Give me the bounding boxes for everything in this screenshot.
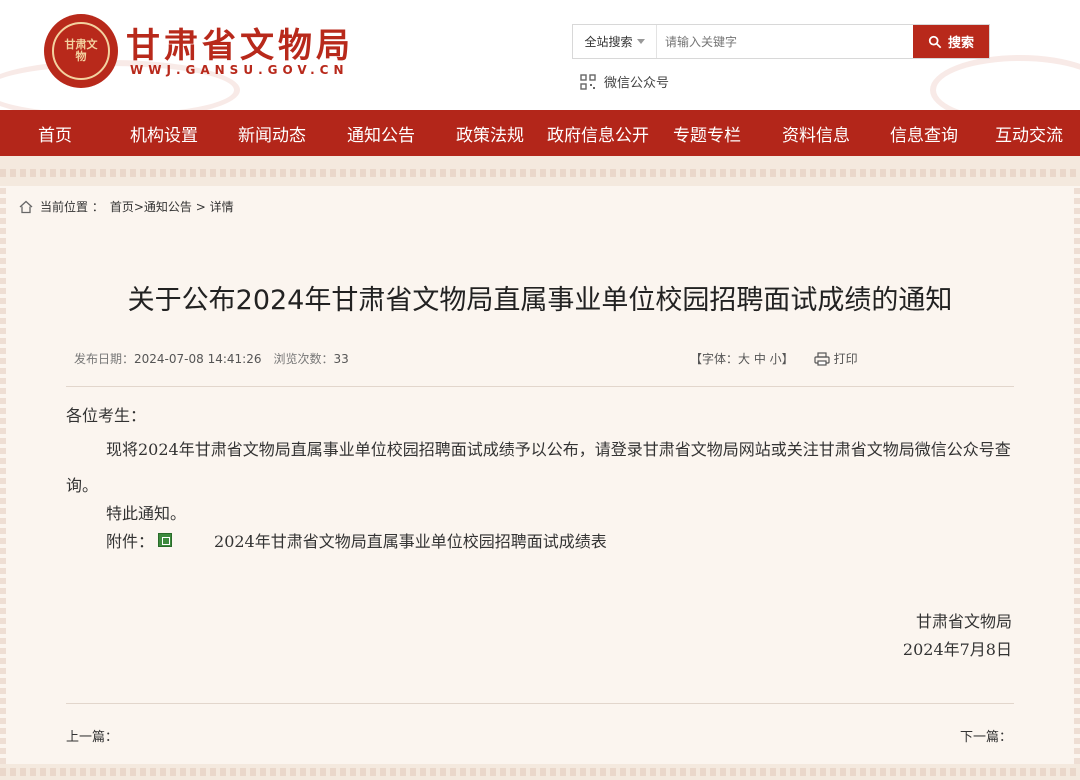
article-title: 关于公布2024年甘肃省文物局直属事业单位校园招聘面试成绩的通知	[127, 285, 953, 316]
search-button-label: 搜索	[947, 36, 974, 51]
wechat-label: 微信公众号	[604, 76, 670, 91]
print-button[interactable]: 打印	[814, 350, 858, 367]
nav-item-resources[interactable]: 资料信息	[762, 121, 870, 146]
site-header: 甘肃文物 甘肃省文物局 WWJ.GANSU.GOV.CN 全站搜索 搜索 微信公…	[0, 0, 1080, 110]
article-meta: 发布日期：2024-07-08 14:41:26 浏览次数：33	[74, 350, 349, 367]
next-article-link[interactable]: 下一篇：	[960, 726, 1012, 745]
decorative-band	[0, 156, 1080, 186]
article-greeting: 各位考生：	[66, 406, 147, 425]
search-button[interactable]: 搜索	[913, 25, 989, 58]
divider	[66, 386, 1014, 387]
article-paragraph: 特此通知。	[106, 504, 187, 523]
view-count: 浏览次数：33	[273, 350, 348, 367]
nav-item-policies[interactable]: 政策法规	[436, 121, 544, 146]
decorative-swirl	[930, 55, 1080, 110]
nav-item-interaction[interactable]: 互动交流	[978, 121, 1080, 146]
search-scope-select[interactable]: 全站搜索	[573, 25, 657, 58]
search-scope-label: 全站搜索	[584, 35, 633, 49]
excel-file-icon	[158, 533, 173, 547]
article-paragraph: 现将2024年甘肃省文物局直属事业单位校园招聘面试成绩予以公布，请登录甘肃省文物…	[66, 440, 1011, 495]
chevron-down-icon	[636, 39, 645, 44]
nav-item-topics[interactable]: 专题专栏	[652, 121, 762, 146]
nav-item-organization[interactable]: 机构设置	[110, 121, 218, 146]
band-pattern	[0, 768, 1080, 776]
nav-item-query[interactable]: 信息查询	[870, 121, 978, 146]
nav-item-notices[interactable]: 通知公告	[326, 121, 436, 146]
wechat-link[interactable]: 微信公众号	[580, 72, 669, 91]
decorative-border-left	[0, 186, 6, 764]
divider	[66, 703, 1014, 704]
qr-code-icon	[580, 73, 596, 90]
view-count-value: 33	[333, 352, 349, 366]
search-bar: 全站搜索 搜索	[572, 24, 990, 59]
prev-article-link[interactable]: 上一篇：	[66, 726, 118, 745]
breadcrumb-path[interactable]: 首页>通知公告 > 详情	[110, 198, 234, 215]
site-url: WWJ.GANSU.GOV.CN	[130, 63, 349, 77]
font-size-control[interactable]: 【字体：大 中 小】	[690, 350, 794, 367]
attachment-link[interactable]: 2024年甘肃省文物局直属事业单位校园招聘面试成绩表	[174, 528, 607, 552]
attachment-label: 附件：	[106, 532, 155, 551]
nav-item-news[interactable]: 新闻动态	[218, 121, 326, 146]
signature-org: 甘肃省文物局	[915, 612, 1012, 631]
publish-date-label: 发布日期：	[74, 352, 135, 366]
nav-item-home[interactable]: 首页	[0, 121, 110, 146]
logo-emblem-text: 甘肃文物	[52, 22, 110, 80]
breadcrumb: 当前位置 ： 首页>通知公告 > 详情	[18, 198, 234, 215]
signature-date: 2024年7月8日	[902, 640, 1012, 659]
site-title[interactable]: 甘肃省文物局	[126, 18, 354, 67]
printer-icon	[814, 351, 830, 366]
main-nav: 首页 机构设置 新闻动态 通知公告 政策法规 政府信息公开 专题专栏 资料信息 …	[0, 110, 1080, 156]
view-count-label: 浏览次数：	[273, 352, 334, 366]
article-tools: 【字体：大 中 小】 打印	[690, 350, 858, 367]
search-input[interactable]	[657, 25, 913, 58]
site-logo[interactable]: 甘肃文物	[44, 14, 118, 88]
attachment-row: 附件： 2024年甘肃省文物局直属事业单位校园招聘面试成绩表	[66, 528, 1016, 552]
nav-item-gov-info[interactable]: 政府信息公开	[544, 121, 652, 146]
print-label: 打印	[833, 352, 858, 366]
band-pattern	[0, 169, 1080, 177]
decorative-border-right	[1074, 186, 1080, 764]
search-icon	[928, 35, 942, 48]
publish-date-value: 2024-07-08 14:41:26	[134, 352, 262, 366]
decorative-band	[0, 764, 1080, 780]
home-icon	[19, 200, 33, 213]
breadcrumb-label: 当前位置 ：	[40, 200, 104, 214]
publish-date: 发布日期：2024-07-08 14:41:26	[74, 350, 261, 367]
